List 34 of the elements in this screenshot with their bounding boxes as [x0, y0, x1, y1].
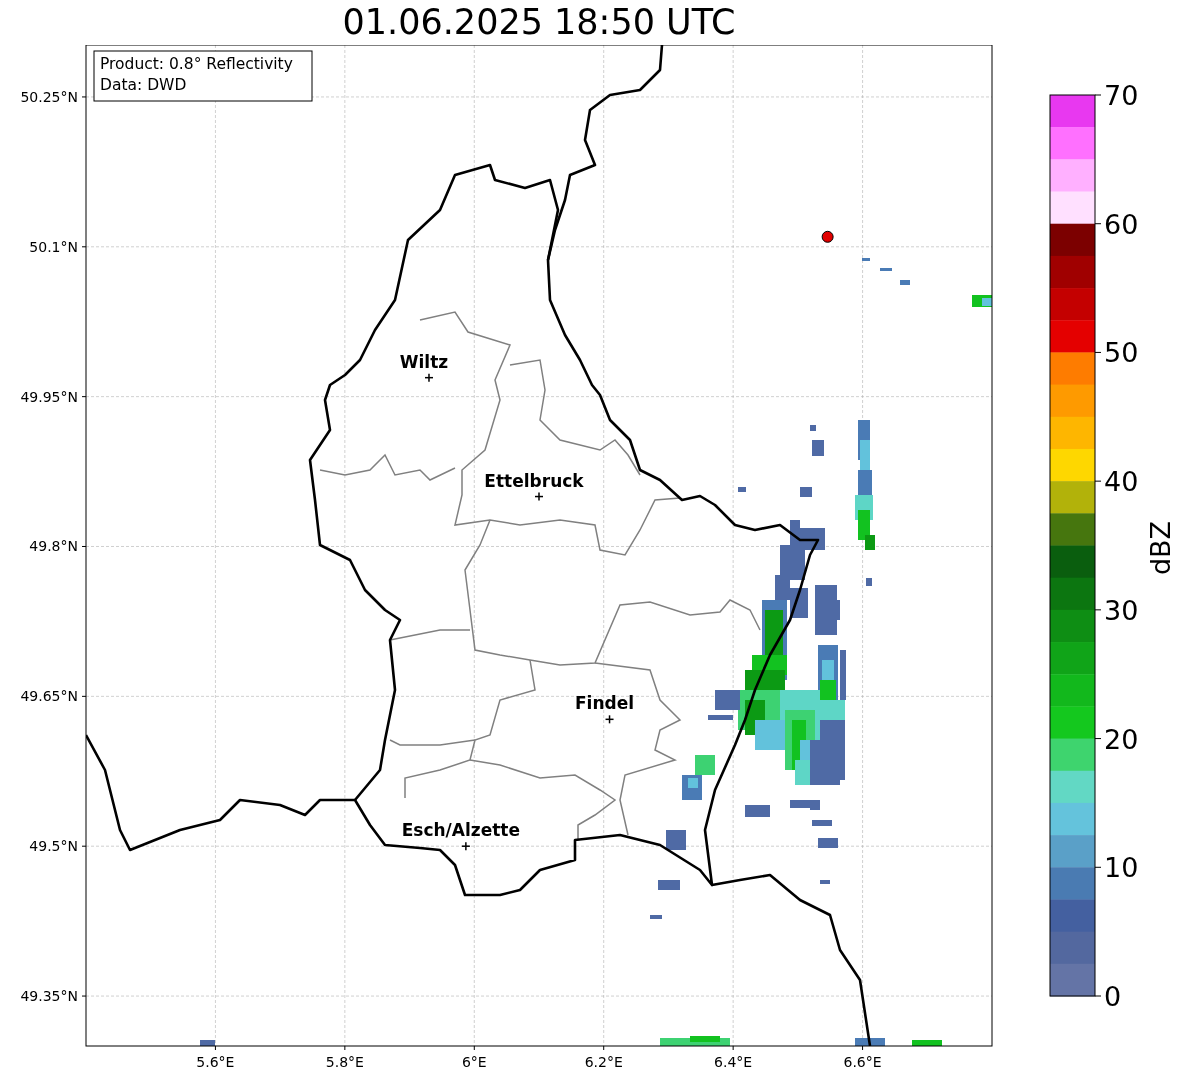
info-text: Data: DWD [100, 76, 187, 94]
city-label: Wiltz [399, 351, 449, 372]
colorbar-tick-label: 50 [1104, 337, 1139, 369]
city-marker-icon [461, 841, 471, 851]
city-marker-icon [424, 372, 434, 383]
city-label: Ettelbruck [484, 470, 584, 491]
x-tick-label: 6.2°E [584, 1054, 623, 1070]
x-tick-label: 5.8°E [325, 1054, 364, 1070]
colorbar-tick-label: 60 [1104, 208, 1139, 240]
y-tick-label: 49.65°N [20, 688, 78, 705]
city-label: Esch/Alzette [401, 820, 521, 841]
info-text: Product: 0.8° Reflectivity [100, 55, 293, 73]
y-tick-label: 50.1°N [29, 238, 78, 255]
y-tick-label: 49.5°N [29, 838, 78, 855]
colorbar-tick-label: 70 [1104, 80, 1139, 111]
x-tick-label: 6.4°E [714, 1054, 753, 1070]
city-marker-icon [604, 714, 615, 725]
x-tick-label: 5.6°E [196, 1054, 235, 1070]
colorbar-tick-label: 20 [1104, 723, 1139, 755]
colorbar-tick-label: 10 [1104, 852, 1139, 884]
y-tick-label: 50.25°N [20, 88, 78, 105]
colorbar-tick-label: 30 [1104, 594, 1139, 626]
colorbar-label: dBZ [1145, 520, 1176, 576]
colorbar-tick-label: 0 [1104, 981, 1122, 1012]
y-tick-label: 49.35°N [20, 988, 78, 1005]
x-tick-label: 6°E [461, 1054, 487, 1070]
city-label: Findel [575, 693, 635, 714]
colorbar-tick-label: 40 [1104, 466, 1139, 498]
y-tick-label: 49.95°N [20, 388, 78, 405]
chart-title: 01.06.2025 18:50 UTC [342, 5, 736, 40]
radar-site-dot [821, 230, 834, 243]
y-tick-label: 49.8°N [29, 538, 78, 555]
x-tick-label: 6.6°E [843, 1054, 882, 1070]
city-marker-icon [534, 491, 544, 502]
